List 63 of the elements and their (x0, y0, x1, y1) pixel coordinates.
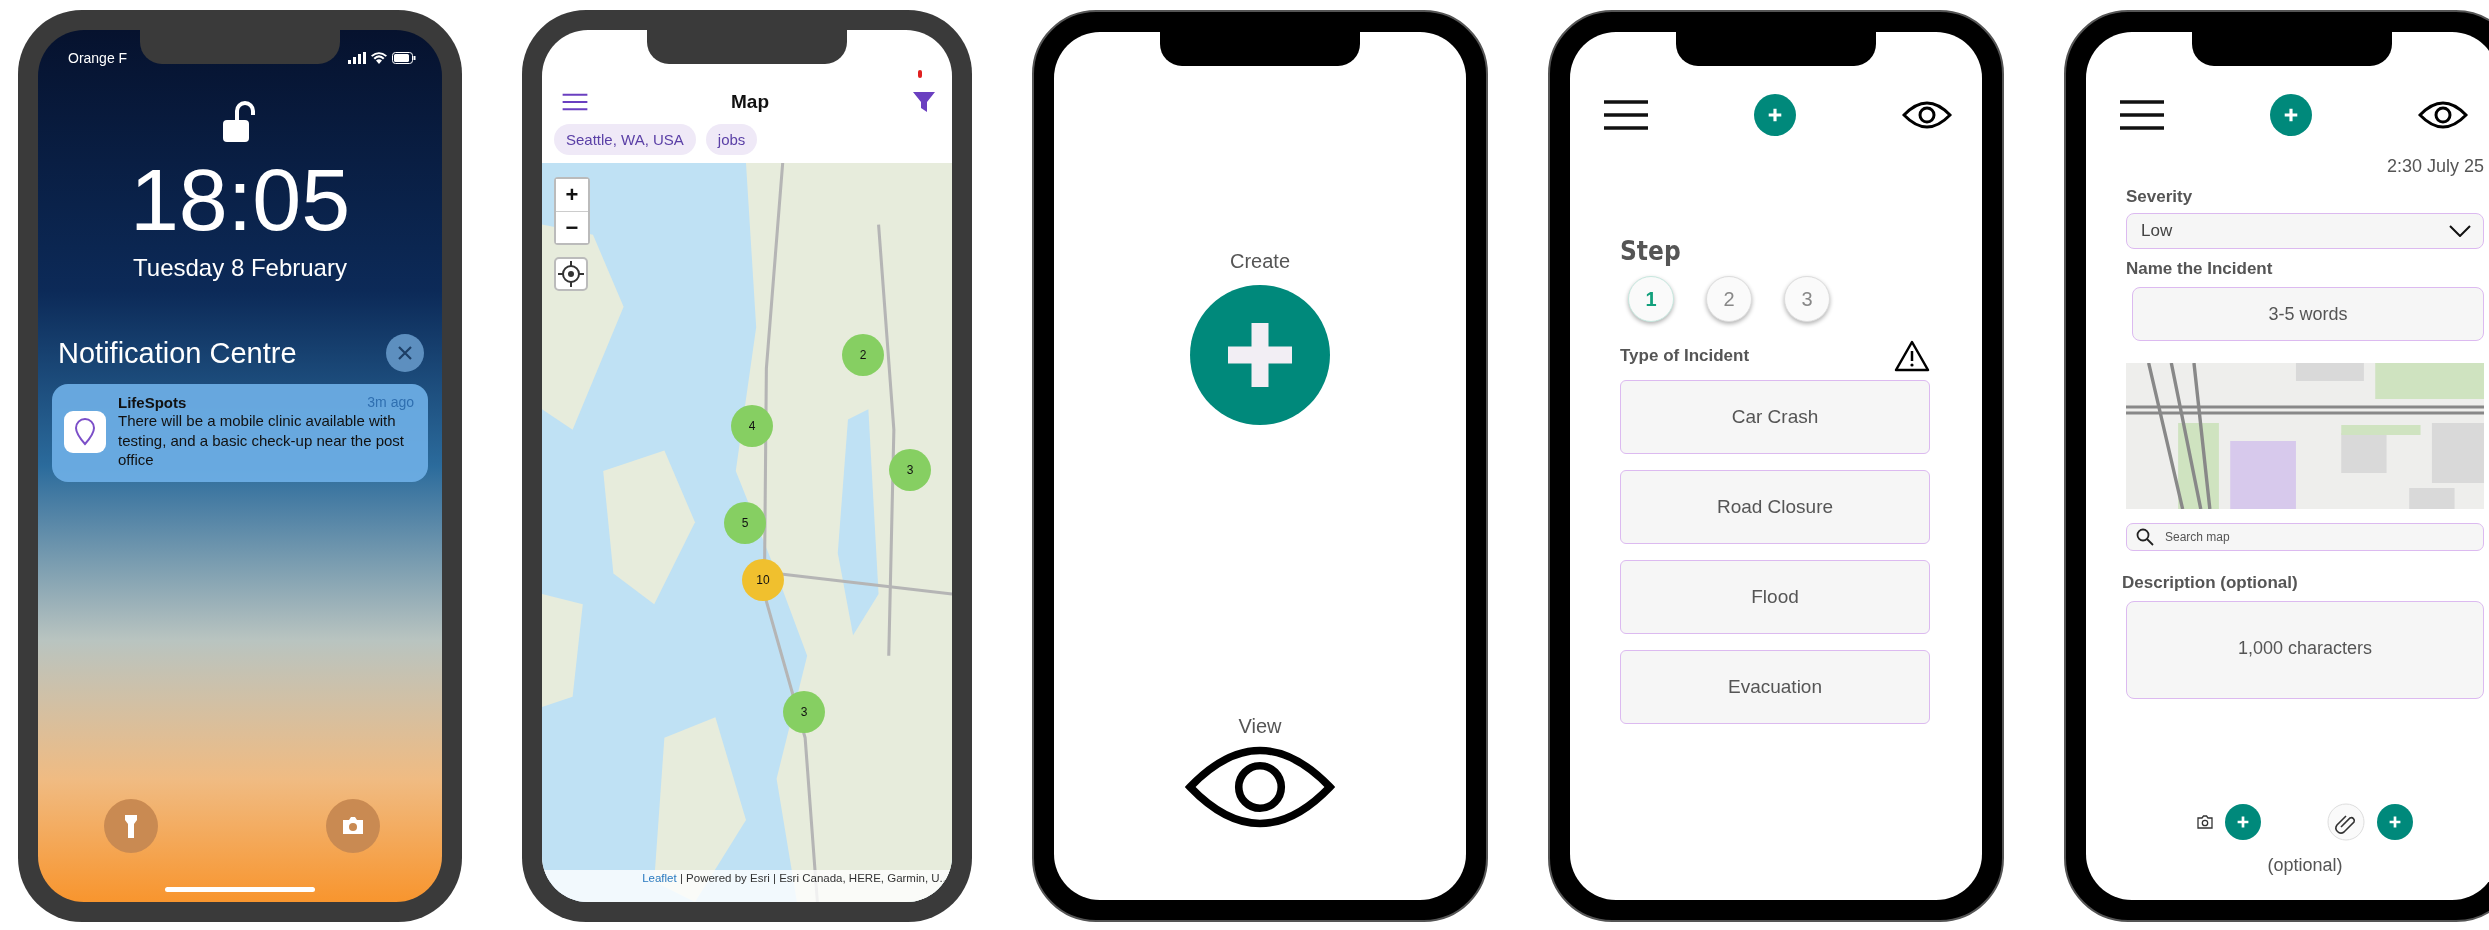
chevron-down-icon (2449, 225, 2471, 237)
input-field[interactable]: 3-5 words (2132, 287, 2484, 341)
zoom-out-button[interactable]: − (556, 211, 588, 243)
paperclip-icon[interactable] (2327, 803, 2365, 841)
unlocked-padlock-icon (223, 100, 257, 144)
flashlight-icon[interactable] (104, 799, 158, 853)
screen-title: Map (731, 91, 769, 113)
location-pin-icon (64, 410, 106, 453)
dropdown-value: Low (2141, 221, 2173, 241)
cluster-marker[interactable]: 4 (731, 405, 773, 447)
map-attribution: Leaflet | Powered by Esri | Esri Canada, HERE, Garmin, U.. (542, 870, 952, 902)
description-field[interactable]: 1,000 characters (2126, 601, 2484, 699)
add-button[interactable] (2270, 94, 2312, 136)
menu-icon[interactable] (2120, 99, 2164, 131)
cluster-marker[interactable]: 10 (742, 559, 784, 601)
eye-icon[interactable] (1902, 100, 1952, 130)
notification-centre-title: Notification Centre (58, 336, 297, 370)
incident-type-option[interactable]: Flood (1620, 560, 1930, 634)
warning-icon (1894, 340, 1930, 372)
add-photo-button[interactable] (2225, 804, 2261, 840)
incident-type-option[interactable]: Car Crash (1620, 380, 1930, 454)
filter-chip[interactable]: Seattle, WA, USA (554, 124, 696, 155)
cluster-marker[interactable]: 3 (783, 691, 825, 733)
recording-indicator (918, 70, 922, 78)
incident-type-option[interactable]: Road Closure (1620, 470, 1930, 544)
clock-time: 18:05 (129, 156, 351, 244)
battery-icon (392, 52, 416, 64)
map-view[interactable]: + − 2 4 3 5 10 3 Leaflet | Powered by Esri | Esri Canada, HERE, Garmin, U.. (542, 163, 952, 902)
filter-chip[interactable]: jobs (705, 124, 758, 155)
notification-message: There will be a mobile clinic available with testing, and a basic check-up near the post office (118, 411, 405, 470)
timestamp: 2:30 July 25 (2386, 156, 2484, 177)
optional-note: (optional) (2266, 855, 2344, 876)
camera-icon[interactable] (326, 799, 380, 853)
step-heading: Step (1620, 236, 1682, 266)
section-label: Type of Incident (1620, 346, 1750, 366)
map-search-field[interactable]: Search map (2126, 523, 2484, 551)
action-label: Create (1230, 250, 1290, 273)
date-text: Tuesday 8 February (133, 254, 347, 282)
add-button[interactable] (1754, 94, 1796, 136)
incident-type-option[interactable]: Evacuation (1620, 650, 1930, 724)
map-drawing[interactable] (2126, 363, 2484, 509)
leaflet-link[interactable]: Leaflet (642, 872, 677, 884)
field-label: Description (optional) (2122, 573, 2299, 593)
wifi-icon (371, 52, 387, 64)
create-button[interactable] (1190, 285, 1330, 425)
add-attachment-button[interactable] (2377, 804, 2413, 840)
field-label: Severity (2126, 187, 2194, 207)
notification-age: 3m ago (367, 394, 414, 411)
severity-dropdown[interactable]: Low (2126, 213, 2484, 249)
locate-icon[interactable] (554, 257, 588, 291)
notification-card[interactable]: LifeSpots 3m ago There will be a mobile clinic available with testing, and a basic check-up near the post office (52, 384, 428, 482)
filter-icon[interactable] (912, 90, 936, 114)
close-icon[interactable] (386, 334, 424, 372)
eye-icon[interactable] (2418, 100, 2468, 130)
menu-icon[interactable] (1604, 99, 1648, 131)
carrier-name: Orange F (68, 50, 128, 66)
signal-icon (348, 52, 366, 64)
cluster-marker[interactable]: 5 (724, 502, 766, 544)
menu-icon[interactable] (562, 93, 588, 111)
camera-icon (2197, 815, 2213, 829)
field-label: Name the Incident (2126, 259, 2274, 279)
app-name: LifeSpots (118, 394, 187, 411)
action-label: View (1238, 715, 1282, 738)
